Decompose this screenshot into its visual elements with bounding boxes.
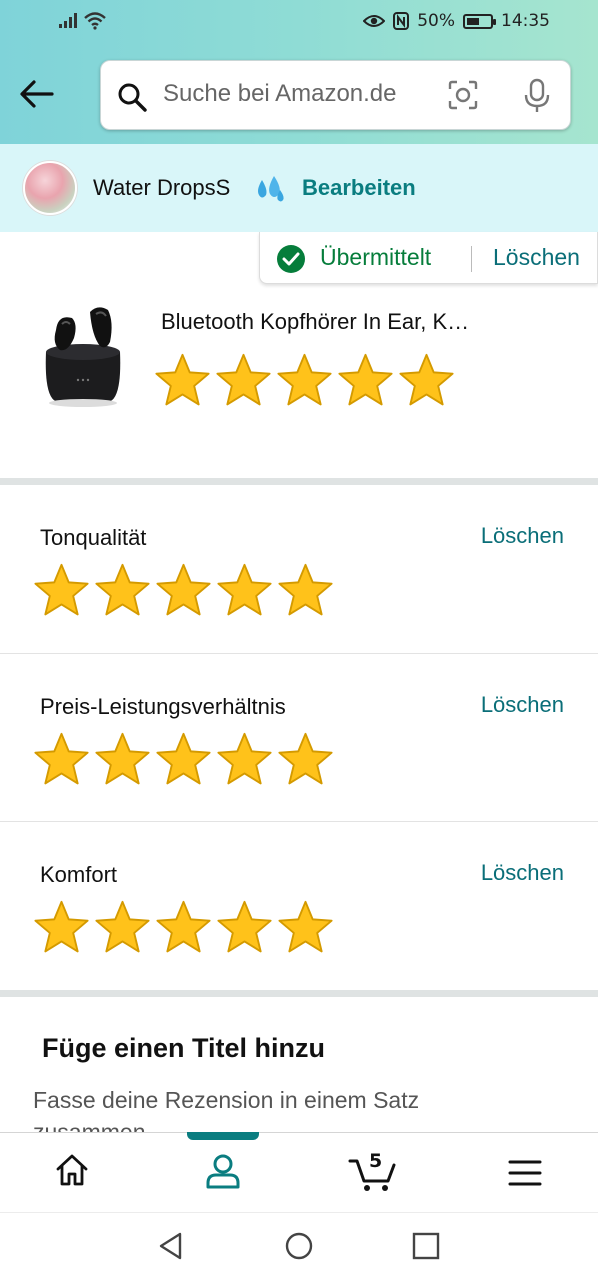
active-tab-indicator bbox=[187, 1132, 259, 1140]
star-icon[interactable] bbox=[277, 730, 334, 787]
star-icon[interactable] bbox=[155, 561, 212, 618]
app-header: 50% 14:35 Suche bei Amazon.de bbox=[0, 0, 598, 144]
star-icon[interactable] bbox=[277, 898, 334, 955]
star-rating[interactable] bbox=[33, 561, 334, 618]
avatar bbox=[23, 161, 77, 215]
star-icon[interactable] bbox=[155, 730, 212, 787]
search-input[interactable]: Suche bei Amazon.de bbox=[163, 80, 397, 108]
rating-row: Tonqualität Löschen bbox=[0, 485, 598, 653]
microphone-icon[interactable] bbox=[523, 78, 551, 114]
edit-profile-link[interactable]: Bearbeiten bbox=[302, 175, 416, 201]
system-nav-bar bbox=[0, 1212, 598, 1280]
clock: 14:35 bbox=[501, 11, 550, 31]
overall-star-rating[interactable] bbox=[154, 351, 455, 408]
delete-rating-link[interactable]: Löschen bbox=[481, 523, 564, 549]
recents-nav-icon[interactable] bbox=[411, 1231, 441, 1261]
eye-icon bbox=[363, 15, 386, 27]
back-nav-icon[interactable] bbox=[156, 1231, 186, 1261]
cart-count: 5 bbox=[369, 1150, 383, 1172]
star-icon[interactable] bbox=[216, 730, 273, 787]
home-icon[interactable] bbox=[55, 1153, 89, 1187]
star-icon[interactable] bbox=[33, 730, 90, 787]
product-title[interactable]: Bluetooth Kopfhörer In Ear, K… bbox=[161, 309, 469, 335]
water-drops-icon bbox=[258, 176, 284, 202]
delete-rating-link[interactable]: Löschen bbox=[481, 860, 564, 886]
star-icon[interactable] bbox=[215, 351, 272, 408]
menu-icon[interactable] bbox=[508, 1159, 542, 1187]
wifi-icon bbox=[84, 12, 106, 30]
star-icon[interactable] bbox=[33, 898, 90, 955]
star-icon[interactable] bbox=[398, 351, 455, 408]
star-icon[interactable] bbox=[276, 351, 333, 408]
section-divider bbox=[0, 478, 598, 485]
rating-row: Preis-Leistungsverhältnis Löschen bbox=[0, 654, 598, 822]
status-bar: 50% 14:35 bbox=[0, 0, 598, 44]
section-divider bbox=[0, 990, 598, 997]
star-rating[interactable] bbox=[33, 730, 334, 787]
star-icon[interactable] bbox=[94, 730, 151, 787]
star-icon[interactable] bbox=[94, 561, 151, 618]
star-icon[interactable] bbox=[337, 351, 394, 408]
title-input[interactable]: Fasse deine Rezension in einem Satz zusa… bbox=[33, 1084, 503, 1132]
home-nav-icon[interactable] bbox=[284, 1231, 314, 1261]
delete-rating-link[interactable]: Löschen bbox=[481, 692, 564, 718]
search-bar[interactable]: Suche bei Amazon.de bbox=[100, 60, 571, 130]
star-icon[interactable] bbox=[94, 898, 151, 955]
profile-name: Water DropsS bbox=[93, 175, 231, 200]
star-rating[interactable] bbox=[33, 898, 334, 955]
search-icon bbox=[118, 83, 147, 112]
bottom-nav bbox=[0, 1132, 598, 1212]
delete-review-link[interactable]: Löschen bbox=[493, 244, 580, 271]
battery-icon bbox=[463, 13, 496, 29]
add-title-heading: Füge einen Titel hinzu bbox=[42, 1033, 326, 1063]
submitted-status: Übermittelt bbox=[320, 244, 432, 270]
rating-label: Komfort bbox=[40, 862, 118, 887]
star-icon[interactable] bbox=[155, 898, 212, 955]
account-icon[interactable] bbox=[204, 1153, 242, 1189]
star-icon[interactable] bbox=[154, 351, 211, 408]
review-status-bar: Übermittelt Löschen bbox=[259, 232, 598, 284]
back-arrow-icon[interactable] bbox=[18, 78, 56, 110]
star-icon[interactable] bbox=[216, 898, 273, 955]
rating-label: Tonqualität bbox=[40, 525, 147, 550]
battery-percent: 50% bbox=[417, 11, 455, 31]
star-icon[interactable] bbox=[277, 561, 334, 618]
signal-icon bbox=[59, 13, 77, 28]
product-image bbox=[45, 307, 121, 407]
rating-label: Preis-Leistungsverhältnis bbox=[40, 694, 286, 719]
star-icon[interactable] bbox=[216, 561, 273, 618]
divider bbox=[471, 246, 472, 272]
profile-strip: Water DropsS Bearbeiten bbox=[0, 144, 598, 232]
nfc-icon bbox=[393, 12, 410, 30]
check-circle-icon bbox=[277, 245, 305, 273]
camera-icon[interactable] bbox=[447, 79, 479, 111]
rating-row: Komfort Löschen bbox=[0, 822, 598, 990]
star-icon[interactable] bbox=[33, 561, 90, 618]
